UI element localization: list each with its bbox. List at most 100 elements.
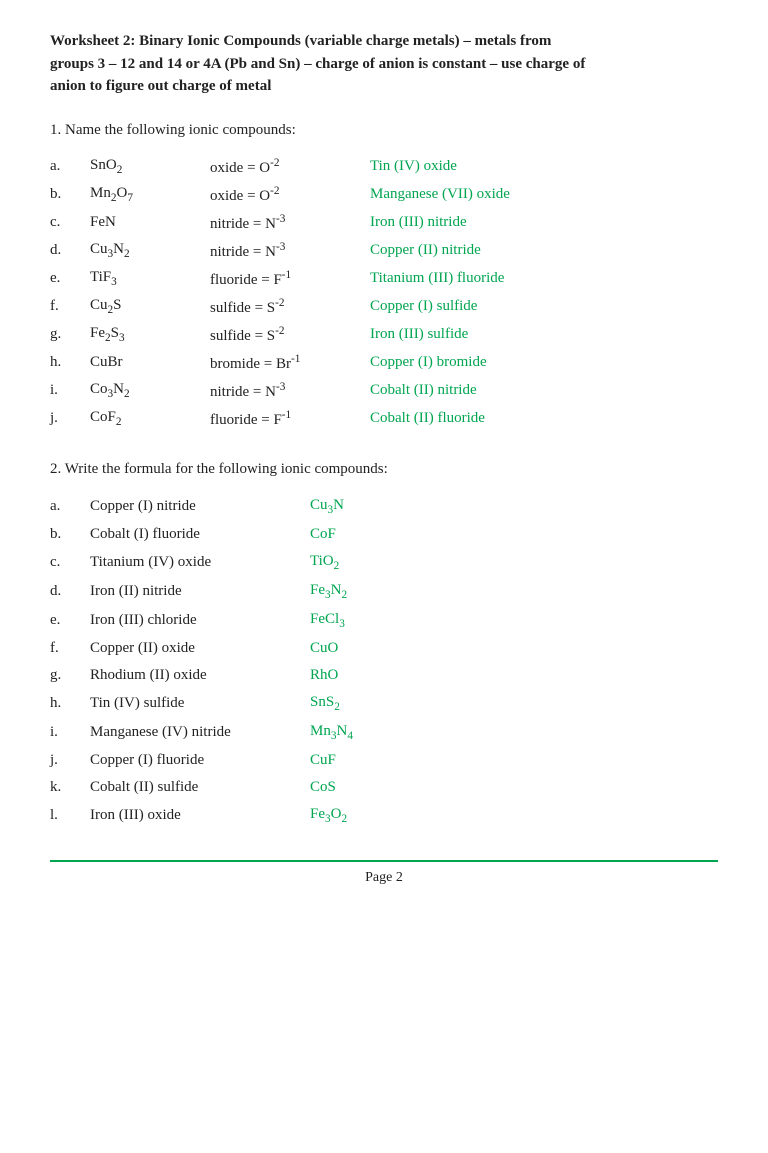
row-formula: TiF3 xyxy=(90,265,210,293)
row-letter: h. xyxy=(50,689,90,718)
row-name: Copper (II) nitride xyxy=(370,237,718,265)
table-row: g. Fe2S3 sulfide = S-2 Iron (III) sulfid… xyxy=(50,321,718,349)
row-name: Titanium (III) fluoride xyxy=(370,265,718,293)
row-letter: h. xyxy=(50,349,90,377)
table-row: a. Copper (I) nitride Cu3N xyxy=(50,492,718,521)
row-ion: oxide = O-2 xyxy=(210,181,370,209)
table-row: b. Cobalt (I) fluoride CoF xyxy=(50,521,718,548)
row-letter: l. xyxy=(50,801,90,830)
table-row: a. SnO2 oxide = O-2 Tin (IV) oxide xyxy=(50,153,718,181)
row-name: Copper (I) bromide xyxy=(370,349,718,377)
row-formula: CoF xyxy=(310,521,718,548)
table-row: f. Copper (II) oxide CuO xyxy=(50,635,718,662)
table-row: c. FeN nitride = N-3 Iron (III) nitride xyxy=(50,209,718,237)
row-letter: e. xyxy=(50,606,90,635)
row-formula: Fe2S3 xyxy=(90,321,210,349)
row-compound-name: Manganese (IV) nitride xyxy=(90,718,310,747)
section2-table: a. Copper (I) nitride Cu3N b. Cobalt (I)… xyxy=(50,492,718,830)
table-row: e. TiF3 fluoride = F-1 Titanium (III) fl… xyxy=(50,265,718,293)
table-row: d. Cu3N2 nitride = N-3 Copper (II) nitri… xyxy=(50,237,718,265)
row-ion: nitride = N-3 xyxy=(210,209,370,237)
row-formula: Mn3N4 xyxy=(310,718,718,747)
table-row: j. Copper (I) fluoride CuF xyxy=(50,747,718,774)
row-name: Tin (IV) oxide xyxy=(370,153,718,181)
row-letter: f. xyxy=(50,293,90,321)
row-formula: RhO xyxy=(310,662,718,689)
row-letter: f. xyxy=(50,635,90,662)
row-compound-name: Iron (III) chloride xyxy=(90,606,310,635)
section-1-heading: 1. Name the following ionic compounds: xyxy=(50,122,718,139)
row-letter: g. xyxy=(50,662,90,689)
row-compound-name: Cobalt (II) sulfide xyxy=(90,774,310,801)
row-name: Cobalt (II) nitride xyxy=(370,377,718,405)
row-formula: Co3N2 xyxy=(90,377,210,405)
section-1: 1. Name the following ionic compounds: a… xyxy=(50,122,718,433)
row-compound-name: Rhodium (II) oxide xyxy=(90,662,310,689)
row-formula: FeN xyxy=(90,209,210,237)
worksheet-title: Worksheet 2: Binary Ionic Compounds (var… xyxy=(50,30,718,98)
row-formula: Cu2S xyxy=(90,293,210,321)
row-letter: d. xyxy=(50,577,90,606)
row-formula: Mn2O7 xyxy=(90,181,210,209)
table-row: f. Cu2S sulfide = S-2 Copper (I) sulfide xyxy=(50,293,718,321)
table-row: d. Iron (II) nitride Fe3N2 xyxy=(50,577,718,606)
row-formula: CuBr xyxy=(90,349,210,377)
row-letter: j. xyxy=(50,747,90,774)
row-letter: j. xyxy=(50,405,90,433)
row-compound-name: Tin (IV) sulfide xyxy=(90,689,310,718)
row-formula: Fe3N2 xyxy=(310,577,718,606)
row-formula: Cu3N xyxy=(310,492,718,521)
row-compound-name: Cobalt (I) fluoride xyxy=(90,521,310,548)
row-letter: a. xyxy=(50,153,90,181)
table-row: i. Manganese (IV) nitride Mn3N4 xyxy=(50,718,718,747)
table-row: j. CoF2 fluoride = F-1 Cobalt (II) fluor… xyxy=(50,405,718,433)
page-number: Page 2 xyxy=(365,870,403,885)
row-name: Manganese (VII) oxide xyxy=(370,181,718,209)
row-letter: g. xyxy=(50,321,90,349)
row-ion: fluoride = F-1 xyxy=(210,405,370,433)
row-formula: SnO2 xyxy=(90,153,210,181)
table-row: g. Rhodium (II) oxide RhO xyxy=(50,662,718,689)
row-compound-name: Copper (II) oxide xyxy=(90,635,310,662)
row-formula: CoS xyxy=(310,774,718,801)
row-compound-name: Titanium (IV) oxide xyxy=(90,548,310,577)
row-formula: TiO2 xyxy=(310,548,718,577)
row-ion: fluoride = F-1 xyxy=(210,265,370,293)
row-compound-name: Iron (III) oxide xyxy=(90,801,310,830)
row-letter: b. xyxy=(50,181,90,209)
row-letter: d. xyxy=(50,237,90,265)
row-formula: Cu3N2 xyxy=(90,237,210,265)
row-name: Copper (I) sulfide xyxy=(370,293,718,321)
table-row: i. Co3N2 nitride = N-3 Cobalt (II) nitri… xyxy=(50,377,718,405)
row-ion: nitride = N-3 xyxy=(210,377,370,405)
row-ion: oxide = O-2 xyxy=(210,153,370,181)
row-formula: CuO xyxy=(310,635,718,662)
row-letter: i. xyxy=(50,718,90,747)
row-ion: nitride = N-3 xyxy=(210,237,370,265)
section-2-heading: 2. Write the formula for the following i… xyxy=(50,461,718,478)
row-name: Cobalt (II) fluoride xyxy=(370,405,718,433)
row-ion: sulfide = S-2 xyxy=(210,293,370,321)
row-letter: a. xyxy=(50,492,90,521)
page-footer: Page 2 xyxy=(50,860,718,886)
row-compound-name: Copper (I) nitride xyxy=(90,492,310,521)
row-formula: CoF2 xyxy=(90,405,210,433)
row-ion: bromide = Br-1 xyxy=(210,349,370,377)
row-formula: FeCl3 xyxy=(310,606,718,635)
row-name: Iron (III) sulfide xyxy=(370,321,718,349)
section1-table: a. SnO2 oxide = O-2 Tin (IV) oxide b. Mn… xyxy=(50,153,718,433)
row-letter: k. xyxy=(50,774,90,801)
table-row: l. Iron (III) oxide Fe3O2 xyxy=(50,801,718,830)
row-letter: i. xyxy=(50,377,90,405)
row-ion: sulfide = S-2 xyxy=(210,321,370,349)
table-row: c. Titanium (IV) oxide TiO2 xyxy=(50,548,718,577)
row-letter: b. xyxy=(50,521,90,548)
row-letter: c. xyxy=(50,548,90,577)
table-row: e. Iron (III) chloride FeCl3 xyxy=(50,606,718,635)
row-compound-name: Copper (I) fluoride xyxy=(90,747,310,774)
table-row: b. Mn2O7 oxide = O-2 Manganese (VII) oxi… xyxy=(50,181,718,209)
row-formula: Fe3O2 xyxy=(310,801,718,830)
table-row: h. Tin (IV) sulfide SnS2 xyxy=(50,689,718,718)
table-row: k. Cobalt (II) sulfide CoS xyxy=(50,774,718,801)
row-compound-name: Iron (II) nitride xyxy=(90,577,310,606)
